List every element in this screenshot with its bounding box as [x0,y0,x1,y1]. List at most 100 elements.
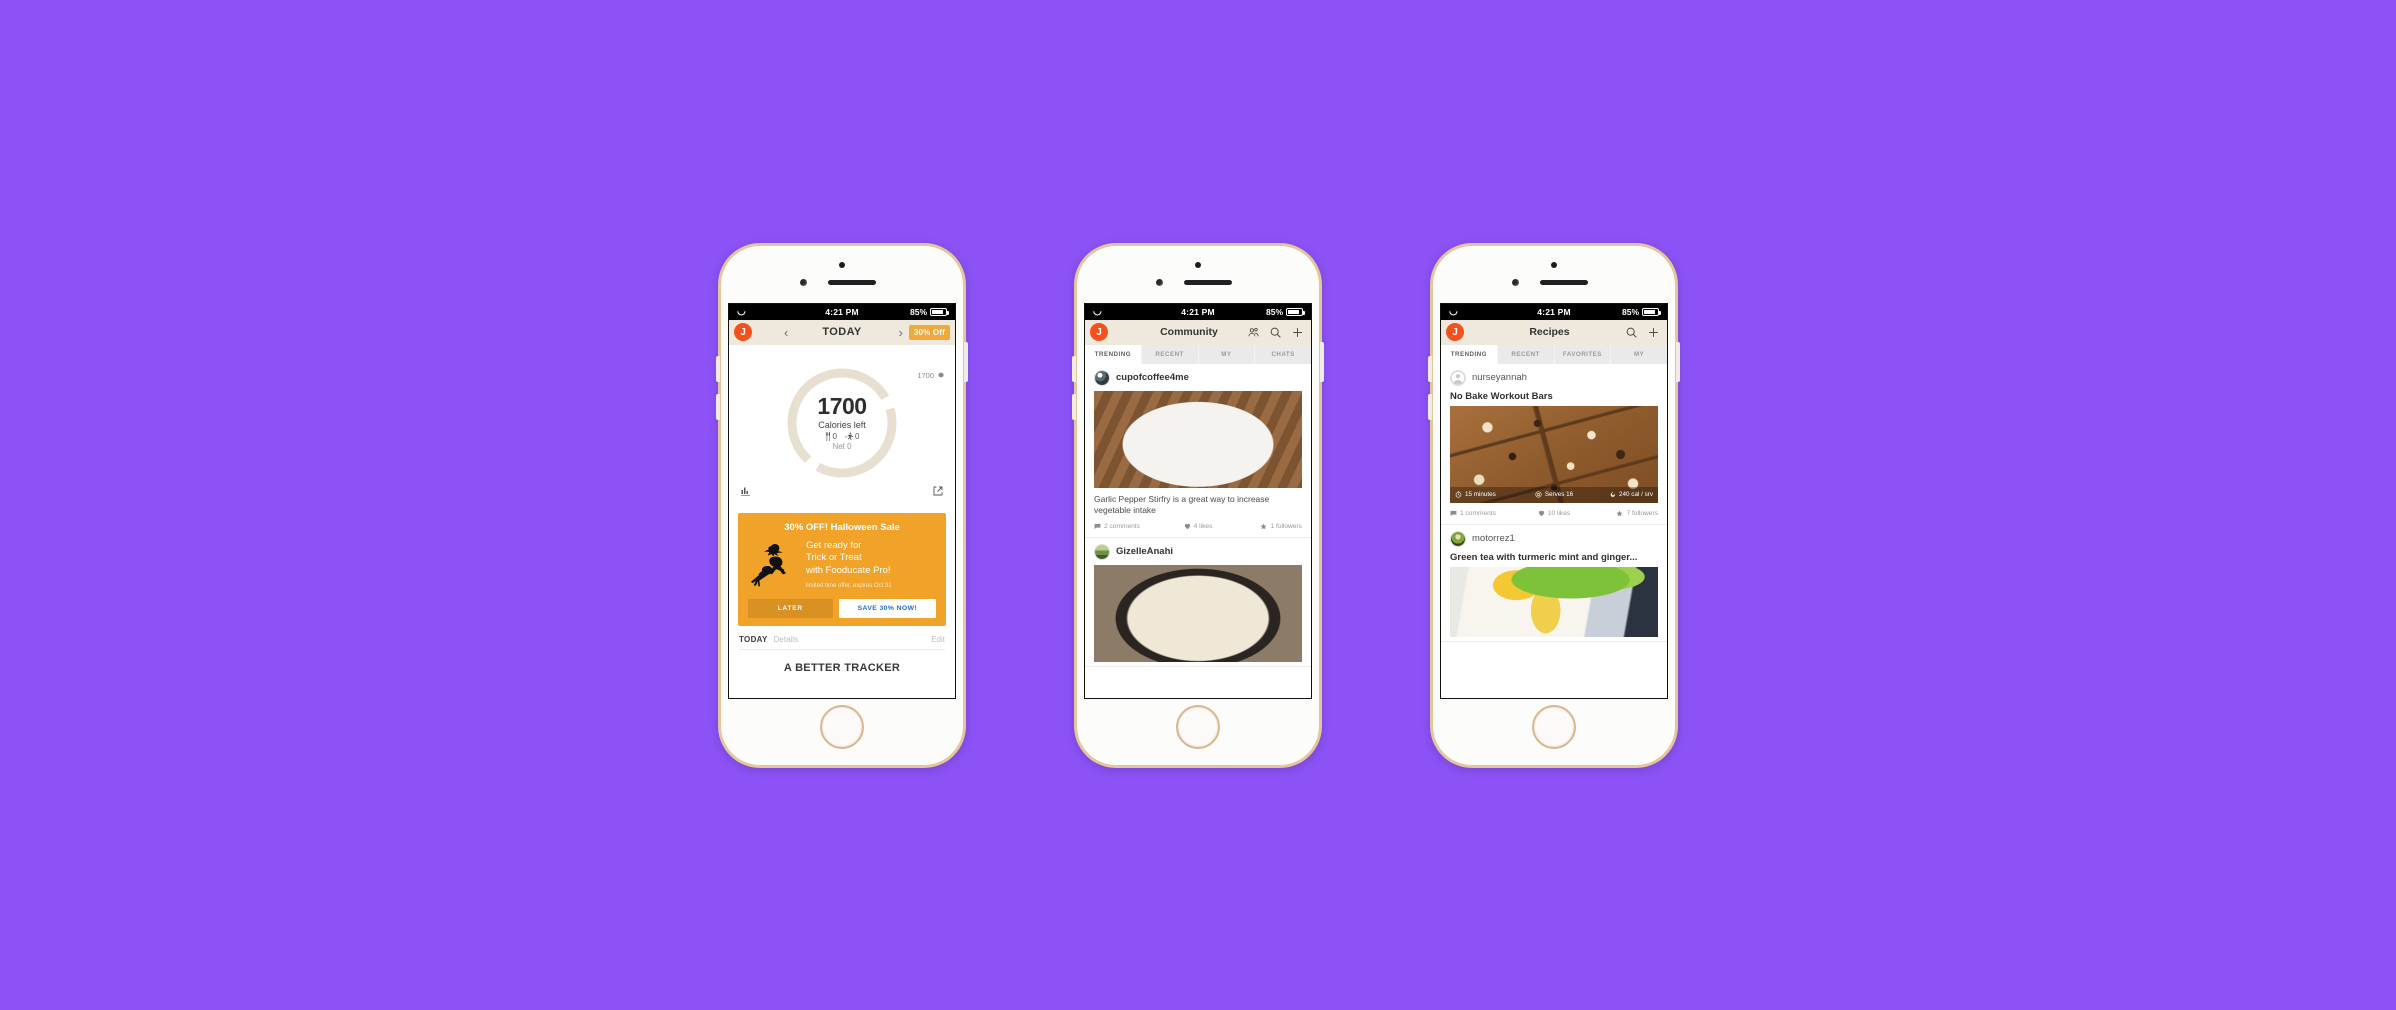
followers-count: 7 followers [1626,509,1658,517]
cutlery-icon [825,431,830,441]
bar-chart-icon[interactable] [740,485,752,497]
page-title: TODAY [822,326,862,338]
recipe-title[interactable]: No Bake Workout Bars [1441,391,1667,406]
power-button[interactable] [1676,341,1680,382]
likes-stat[interactable]: 10 likes [1519,510,1588,517]
status-time: 4:21 PM [825,306,859,317]
promo-badge-button[interactable]: 30% Off [908,324,950,340]
later-button[interactable]: LATER [748,599,833,619]
profile-avatar[interactable]: J [734,323,752,341]
battery-icon [1642,307,1661,316]
front-camera-icon [1551,261,1557,268]
comments-stat[interactable]: 1 comments [1450,510,1519,517]
home-button[interactable] [820,704,864,749]
status-bar: ◡ 4:21 PM 85% [1085,303,1311,320]
plate-icon [1535,491,1542,498]
tab-favorites[interactable]: FAVORITES [1554,344,1612,364]
battery-percent: 85% [1265,306,1283,317]
user-photo-avatar[interactable] [1094,369,1110,386]
likes-count: 10 likes [1547,509,1571,517]
post-photo[interactable] [1094,390,1302,488]
plus-icon[interactable] [1291,326,1304,339]
user-photo-avatar[interactable] [1094,543,1110,560]
post-header[interactable]: cupofcoffee4me [1085,364,1311,391]
profile-avatar[interactable]: J [1090,323,1108,341]
phone3-screen: ◡ 4:21 PM 85% J Recipes TRENDING RECENT … [1440,302,1668,699]
tab-recent[interactable]: RECENT [1497,344,1555,364]
power-button[interactable] [1320,341,1324,382]
recipe-photo[interactable] [1450,566,1658,637]
share-icon[interactable] [932,485,944,497]
promo-line-3: with Fooducate Pro! [806,565,891,577]
chevron-left-icon[interactable]: ‹ [784,325,788,340]
recipe-photo[interactable]: 15 minutes Serves 16 240 cal / srv [1450,405,1658,503]
recipe-header[interactable]: motorrez1 [1441,525,1667,552]
status-time: 4:21 PM [1181,306,1215,317]
exercise-burned-value: 0 [855,431,860,441]
phone1-nav-bar: J ‹ TODAY › 30% Off [729,319,955,345]
page-title: Community [1160,326,1218,338]
comments-count: 2 comments [1104,522,1140,530]
star-icon [1261,523,1267,529]
profile-avatar[interactable]: J [1446,323,1464,341]
tab-trending[interactable]: TRENDING [1085,344,1142,364]
food-consumed-stat: 0 [825,431,837,441]
comments-count: 1 comments [1460,509,1496,517]
home-button[interactable] [1176,704,1220,749]
home-button[interactable] [1532,704,1576,749]
tab-my[interactable]: MY [1198,344,1256,364]
details-label[interactable]: Details [774,635,798,644]
gear-icon[interactable] [937,371,945,379]
comments-stat[interactable]: 2 comments [1094,523,1163,530]
post-photo[interactable] [1094,564,1302,662]
promo-title: 30% OFF! Halloween Sale [784,521,900,533]
followers-stat[interactable]: 7 followers [1589,510,1658,517]
calorie-goal-value: 1700 [917,370,934,380]
battery-icon [930,307,949,316]
people-icon[interactable] [1247,326,1260,339]
post-header[interactable]: GizelleAnahi [1085,538,1311,565]
save-now-button[interactable]: SAVE 30% NOW! [838,599,936,619]
runner-icon [845,432,854,440]
recipe-header[interactable]: nurseyannah [1441,364,1667,391]
default-user-avatar[interactable] [1450,369,1466,386]
likes-count: 4 likes [1193,522,1213,530]
status-bar: ◡ 4:21 PM 85% [729,303,955,320]
comment-icon [1450,510,1457,516]
today-label[interactable]: TODAY [739,635,768,644]
front-camera-icon [839,261,845,268]
promo-line-1: Get ready for [806,539,862,551]
chevron-right-icon[interactable]: › [898,325,902,340]
calorie-goal-row[interactable]: 1700 [917,371,945,380]
post-stats: 2 comments 4 likes 1 followers [1085,516,1311,533]
flame-icon [1610,491,1615,497]
feed-post: cupofcoffee4me Garlic Pepper Stirfry is … [1085,364,1311,538]
likes-stat[interactable]: 4 likes [1163,523,1232,530]
followers-stat[interactable]: 1 followers [1233,523,1302,530]
tab-recent[interactable]: RECENT [1141,344,1199,364]
recipe-username[interactable]: nurseyannah [1472,372,1527,383]
tab-trending[interactable]: TRENDING [1441,344,1498,364]
tab-my[interactable]: MY [1611,344,1667,364]
post-username[interactable]: GizelleAnahi [1116,546,1173,557]
earpiece-speaker [1184,279,1232,285]
tab-chats[interactable]: CHATS [1255,344,1311,364]
calorie-ring: 1700 Calories left 0 0 Net 0 [782,363,902,483]
plus-icon[interactable] [1647,326,1660,339]
user-photo-avatar[interactable] [1450,530,1466,547]
recipe-stats: 1 comments 10 likes 7 followers [1441,503,1667,520]
prep-time-value: 15 minutes [1465,491,1496,498]
search-icon[interactable] [1269,326,1282,339]
phone1-screen: ◡ 4:21 PM 85% J ‹ TODAY › 30% Off 1700 1… [728,302,956,699]
recipe-username[interactable]: motorrez1 [1472,533,1515,544]
power-button[interactable] [964,341,968,382]
recipe-title[interactable]: Green tea with turmeric mint and ginger.… [1441,552,1667,567]
phone-device-1: ◡ 4:21 PM 85% J ‹ TODAY › 30% Off 1700 1… [716,242,968,768]
search-icon[interactable] [1625,326,1638,339]
community-feed[interactable]: cupofcoffee4me Garlic Pepper Stirfry is … [1085,363,1311,698]
post-username[interactable]: cupofcoffee4me [1116,372,1189,383]
recipes-feed[interactable]: nurseyannah No Bake Workout Bars 15 minu… [1441,363,1667,698]
prep-time-stat: 15 minutes [1455,491,1521,498]
phone1-content: 1700 1700 Calories left 0 0 Net 0 30% OF… [729,362,955,698]
edit-button[interactable]: Edit [931,635,945,644]
